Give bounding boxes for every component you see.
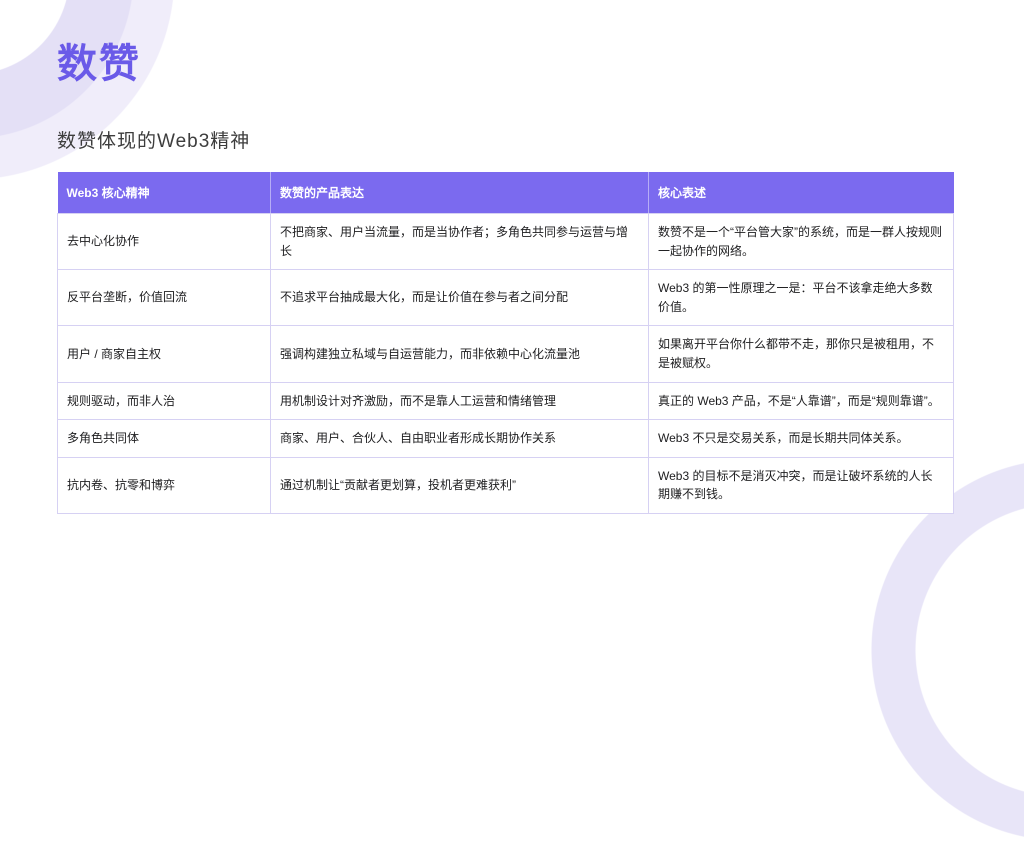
table-cell: Web3 不只是交易关系，而是长期共同体关系。 (649, 420, 954, 458)
table-row: 多角色共同体 商家、用户、合伙人、自由职业者形成长期协作关系 Web3 不只是交… (58, 420, 954, 458)
table-cell: 抗内卷、抗零和博弈 (58, 457, 271, 513)
table-row: 抗内卷、抗零和博弈 通过机制让“贡献者更划算，投机者更难获利” Web3 的目标… (58, 457, 954, 513)
table-cell: 真正的 Web3 产品，不是“人靠谱”，而是“规则靠谱”。 (649, 382, 954, 420)
column-header-core-statement: 核心表述 (649, 172, 954, 214)
table-cell: 多角色共同体 (58, 420, 271, 458)
table-cell: 规则驱动，而非人治 (58, 382, 271, 420)
table-cell: 数赞不是一个“平台管大家”的系统，而是一群人按规则一起协作的网络。 (649, 214, 954, 270)
table-cell: 商家、用户、合伙人、自由职业者形成长期协作关系 (271, 420, 649, 458)
table-header-row: Web3 核心精神 数赞的产品表达 核心表述 (58, 172, 954, 214)
table-row: 去中心化协作 不把商家、用户当流量，而是当协作者；多角色共同参与运营与增长 数赞… (58, 214, 954, 270)
table-cell: Web3 的第一性原理之一是：平台不该拿走绝大多数价值。 (649, 270, 954, 326)
table-row: 规则驱动，而非人治 用机制设计对齐激励，而不是靠人工运营和情绪管理 真正的 We… (58, 382, 954, 420)
table-cell: Web3 的目标不是消灭冲突，而是让破坏系统的人长期赚不到钱。 (649, 457, 954, 513)
table-cell: 用户 / 商家自主权 (58, 326, 271, 382)
table-cell: 强调构建独立私域与自运营能力，而非依赖中心化流量池 (271, 326, 649, 382)
table-row: 反平台垄断，价值回流 不追求平台抽成最大化，而是让价值在参与者之间分配 Web3… (58, 270, 954, 326)
column-header-product-expression: 数赞的产品表达 (271, 172, 649, 214)
page-title: 数赞 (0, 0, 1024, 88)
page-subtitle: 数赞体现的Web3精神 (0, 88, 1024, 153)
table-cell: 不把商家、用户当流量，而是当协作者；多角色共同参与运营与增长 (271, 214, 649, 270)
web3-spirit-table: Web3 核心精神 数赞的产品表达 核心表述 去中心化协作 不把商家、用户当流量… (57, 172, 954, 514)
table-row: 用户 / 商家自主权 强调构建独立私域与自运营能力，而非依赖中心化流量池 如果离… (58, 326, 954, 382)
slide: 数赞 数赞体现的Web3精神 Web3 核心精神 数赞的产品表达 核心表述 去中… (0, 0, 1024, 514)
table-cell: 反平台垄断，价值回流 (58, 270, 271, 326)
table-cell: 去中心化协作 (58, 214, 271, 270)
table-cell: 不追求平台抽成最大化，而是让价值在参与者之间分配 (271, 270, 649, 326)
table-cell: 如果离开平台你什么都带不走，那你只是被租用，不是被赋权。 (649, 326, 954, 382)
table-cell: 通过机制让“贡献者更划算，投机者更难获利” (271, 457, 649, 513)
column-header-core-spirit: Web3 核心精神 (58, 172, 271, 214)
table-cell: 用机制设计对齐激励，而不是靠人工运营和情绪管理 (271, 382, 649, 420)
